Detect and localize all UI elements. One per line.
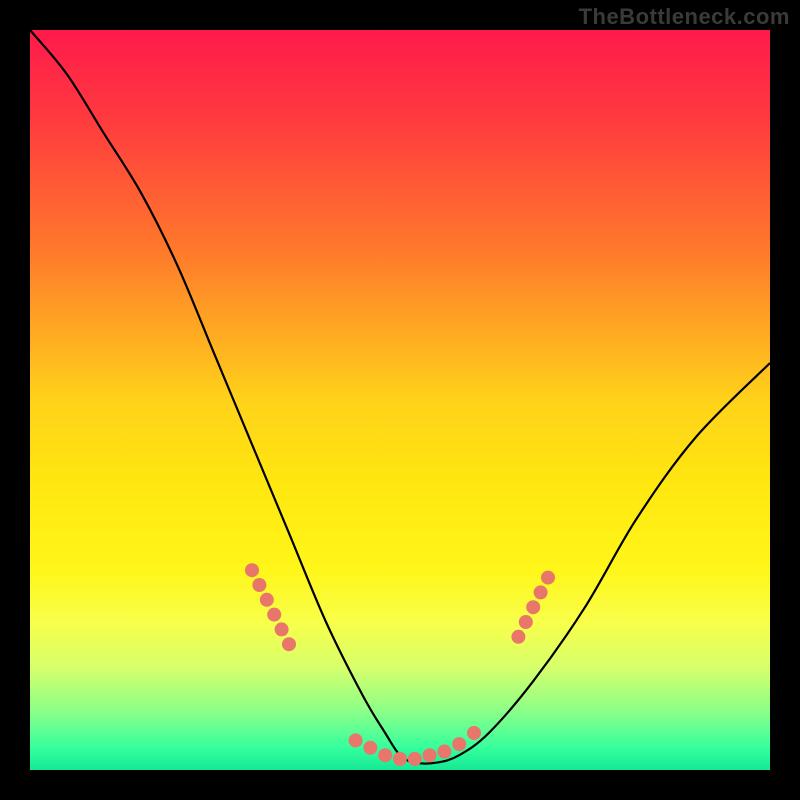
highlight-dot bbox=[541, 571, 555, 585]
highlight-dot bbox=[349, 733, 363, 747]
highlight-dot bbox=[511, 630, 525, 644]
highlight-dot bbox=[275, 622, 289, 636]
gradient-background bbox=[30, 30, 770, 770]
highlight-dot bbox=[260, 593, 274, 607]
highlight-dot bbox=[452, 737, 466, 751]
highlight-dot bbox=[393, 752, 407, 766]
highlight-dot bbox=[267, 608, 281, 622]
highlight-dot bbox=[245, 563, 259, 577]
highlight-dot bbox=[534, 585, 548, 599]
highlight-dot bbox=[408, 752, 422, 766]
highlight-dot bbox=[378, 748, 392, 762]
highlight-dot bbox=[423, 748, 437, 762]
highlight-dot bbox=[282, 637, 296, 651]
highlight-dot bbox=[437, 745, 451, 759]
highlight-dot bbox=[526, 600, 540, 614]
chart-frame: TheBottleneck.com bbox=[0, 0, 800, 800]
bottleneck-chart bbox=[0, 0, 800, 800]
highlight-dot bbox=[467, 726, 481, 740]
highlight-dot bbox=[252, 578, 266, 592]
highlight-dot bbox=[363, 741, 377, 755]
highlight-dot bbox=[519, 615, 533, 629]
